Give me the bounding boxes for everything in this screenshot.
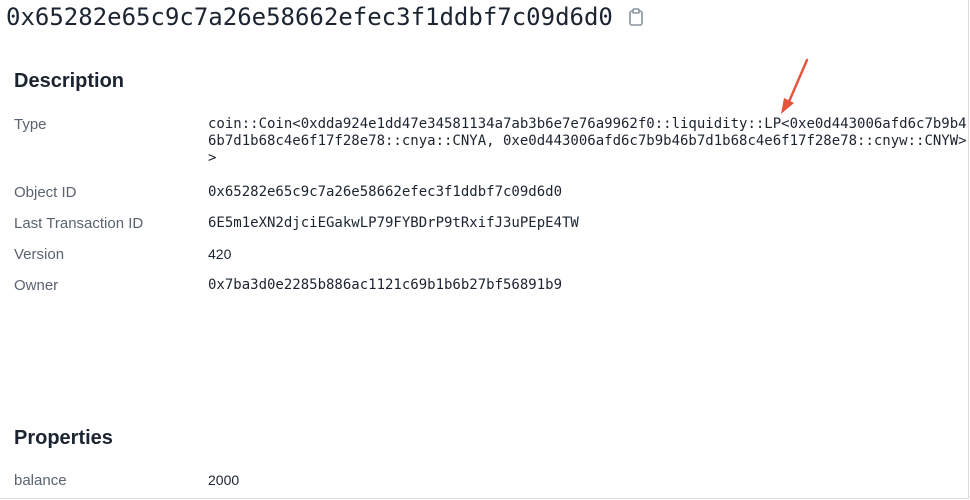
type-value-link[interactable]: coin::Coin<0xdda924e1dd47e34581134a7ab3b… — [208, 116, 970, 167]
page-title: 0x65282e65c9c7a26e58662efec3f1ddbf7c09d6… — [6, 3, 613, 31]
properties-heading: Properties — [14, 427, 113, 449]
type-label: Type — [14, 116, 47, 133]
version-row: Version 420 — [14, 246, 231, 263]
last-transaction-link[interactable]: 6E5m1eXN2djciEGakwLP79FYBDrP9tRxifJ3uPEp… — [208, 215, 579, 232]
version-value: 420 — [208, 246, 232, 262]
balance-label: balance — [14, 472, 67, 489]
description-heading: Description — [14, 70, 125, 92]
object-id-value[interactable]: 0x65282e65c9c7a26e58662efec3f1ddbf7c09d6… — [208, 184, 562, 201]
balance-value: 2000 — [208, 472, 240, 488]
version-label: Version — [14, 246, 65, 263]
last-transaction-row: Last Transaction ID 6E5m1eXN2djciEGakwLP… — [14, 215, 579, 232]
last-transaction-label: Last Transaction ID — [14, 215, 144, 232]
owner-row: Owner 0x7ba3d0e2285b886ac1121c69b1b6b27b… — [14, 277, 562, 294]
object-id-row: Object ID 0x65282e65c9c7a26e58662efec3f1… — [14, 184, 562, 201]
owner-link[interactable]: 0x7ba3d0e2285b886ac1121c69b1b6b27bf56891… — [208, 277, 562, 294]
copy-icon[interactable] — [627, 7, 645, 27]
page-header: 0x65282e65c9c7a26e58662efec3f1ddbf7c09d6… — [6, 0, 645, 34]
object-id-label: Object ID — [14, 184, 77, 201]
balance-row: balance 2000 — [14, 472, 239, 489]
owner-label: Owner — [14, 277, 59, 294]
type-row: Type coin::Coin<0xdda924e1dd47e34581134a… — [14, 116, 970, 167]
